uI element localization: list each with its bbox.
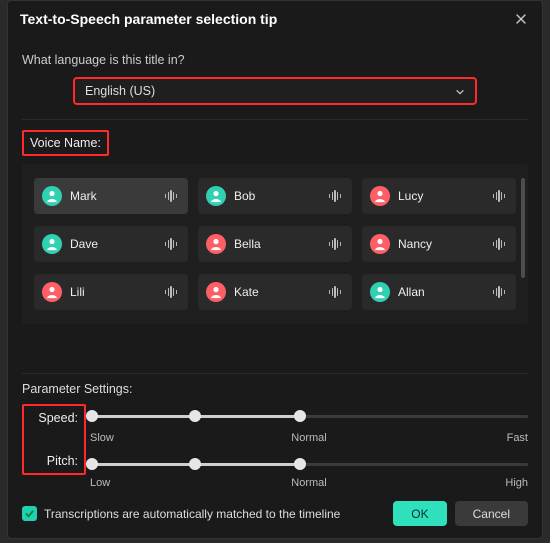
voice-name-label: Bella [234,237,326,251]
avatar [42,282,62,302]
waveform-icon[interactable] [162,237,180,251]
modal-title: Text-to-Speech parameter selection tip [20,11,277,27]
transcription-checkbox[interactable] [22,506,37,521]
waveform-icon[interactable] [326,189,344,203]
ok-button[interactable]: OK [393,501,446,526]
scrollbar[interactable] [521,178,525,284]
pitch-label: Pitch: [24,449,84,473]
waveform-icon[interactable] [490,237,508,251]
avatar [42,186,62,206]
speed-label: Speed: [24,406,84,430]
transcription-checkbox-label: Transcriptions are automatically matched… [44,507,385,521]
tts-modal: Text-to-Speech parameter selection tip W… [7,0,543,539]
waveform-icon[interactable] [326,237,344,251]
voice-name-label: Mark [70,189,162,203]
pitch-ticks: Low Normal High [90,477,528,493]
pitch-slider[interactable] [90,455,528,473]
chevron-down-icon [455,86,465,96]
voice-name-label: Bob [234,189,326,203]
slider-knob[interactable] [294,410,306,422]
voice-name-label: Lili [70,285,162,299]
avatar [206,234,226,254]
voice-name-label: Allan [398,285,490,299]
voice-name-label: Nancy [398,237,490,251]
slider-knob[interactable] [294,458,306,470]
avatar [206,186,226,206]
avatar [370,186,390,206]
voice-card-kate[interactable]: Kate [198,274,352,310]
voice-card-lucy[interactable]: Lucy [362,178,516,214]
voice-card-nancy[interactable]: Nancy [362,226,516,262]
slider-knob[interactable] [189,458,201,470]
cancel-button[interactable]: Cancel [455,501,528,526]
waveform-icon[interactable] [326,285,344,299]
language-select[interactable]: English (US) [73,77,477,105]
voice-card-bella[interactable]: Bella [198,226,352,262]
waveform-icon[interactable] [162,189,180,203]
speed-slider[interactable] [90,407,528,425]
param-labels-highlight: Speed: Pitch: [22,404,86,475]
voice-name-label: Lucy [398,189,490,203]
voice-card-lili[interactable]: Lili [34,274,188,310]
modal-footer: Transcriptions are automatically matched… [8,493,542,538]
slider-knob[interactable] [189,410,201,422]
language-selected: English (US) [85,84,155,98]
avatar [370,282,390,302]
slider-knob[interactable] [86,458,98,470]
divider [22,119,528,120]
divider [22,373,528,374]
speed-ticks: Slow Normal Fast [90,432,528,448]
waveform-icon[interactable] [162,285,180,299]
close-icon[interactable] [512,10,530,28]
voice-card-bob[interactable]: Bob [198,178,352,214]
voice-card-dave[interactable]: Dave [34,226,188,262]
slider-knob[interactable] [86,410,98,422]
voice-name-label: Voice Name: [22,130,109,156]
avatar [42,234,62,254]
avatar [206,282,226,302]
voice-panel: Mark Bob Lucy Dave Bella Nancy Lili Kate Allan [22,164,528,324]
language-prompt: What language is this title in? [22,53,528,67]
voice-card-allan[interactable]: Allan [362,274,516,310]
parameter-settings-label: Parameter Settings: [22,382,528,396]
modal-header: Text-to-Speech parameter selection tip [8,1,542,37]
voice-name-label: Kate [234,285,326,299]
avatar [370,234,390,254]
voice-card-mark[interactable]: Mark [34,178,188,214]
voice-name-label: Dave [70,237,162,251]
scroll-thumb[interactable] [521,178,525,278]
waveform-icon[interactable] [490,285,508,299]
waveform-icon[interactable] [490,189,508,203]
